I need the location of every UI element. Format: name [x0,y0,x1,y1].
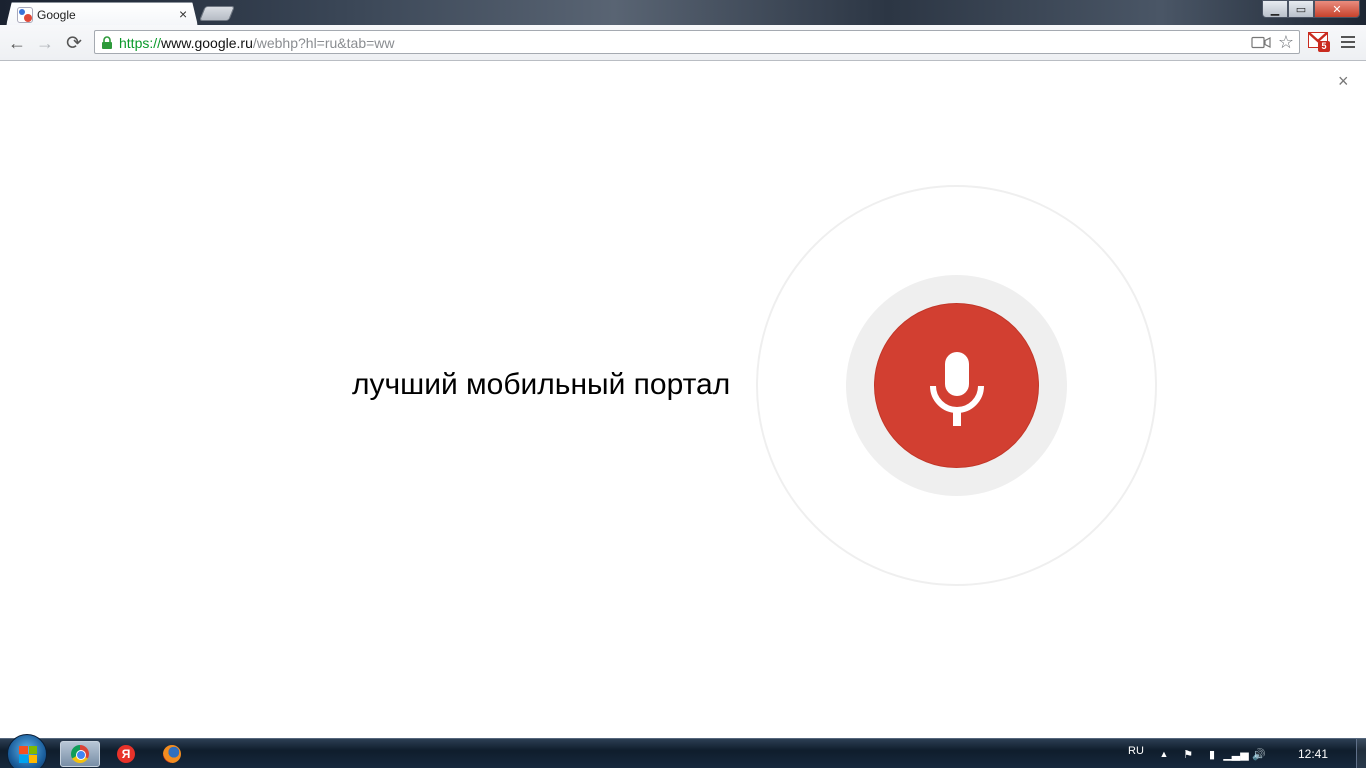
forward-button[interactable]: → [34,32,56,54]
show-desktop-button[interactable] [1356,739,1366,768]
gmail-unread-badge: 5 [1318,41,1330,52]
voice-transcript: лучший мобильный портал [352,368,731,401]
new-tab-button[interactable] [198,6,236,21]
url-path: /webhp?hl=ru&tab=ww [252,35,395,51]
close-overlay-icon[interactable]: × [1338,71,1349,92]
lock-icon [102,36,112,49]
window-controls: ▁ ▭ ✕ [1262,0,1360,18]
google-favicon-icon [17,7,33,23]
microphone-button[interactable] [874,303,1039,468]
back-button[interactable]: ← [6,32,28,54]
tab-close-icon[interactable]: × [179,6,187,22]
address-bar[interactable]: https://www.google.ru/webhp?hl=ru&tab=ww… [94,30,1300,54]
volume-icon[interactable]: 🔊 [1252,747,1266,761]
network-signal-icon[interactable]: ▁▃▅ [1223,747,1248,761]
power-icon[interactable]: ▮ [1205,747,1219,761]
browser-toolbar: ← → ⟳ https://www.google.ru/webhp?hl=ru&… [0,25,1366,61]
system-clock[interactable]: 12:41 [1298,747,1328,761]
bookmark-star-icon[interactable]: ☆ [1278,32,1294,53]
microphone-icon [930,352,984,426]
input-language-indicator[interactable]: RU [1128,745,1144,757]
action-center-flag-icon[interactable]: ⚑ [1181,747,1195,761]
chrome-menu-icon[interactable] [1341,36,1355,48]
show-hidden-icons-icon[interactable]: ▲ [1157,747,1171,761]
tab-title: Google [37,8,76,22]
voice-search-overlay: × лучший мобильный портал [0,61,1366,738]
window-titlebar: Google × ▁ ▭ ✕ [0,0,1366,26]
tab-google[interactable]: Google × [6,2,198,26]
taskbar-firefox[interactable] [152,741,192,767]
minimize-button[interactable]: ▁ [1262,0,1288,18]
firefox-icon [163,745,181,763]
yandex-browser-icon: Я [117,745,135,763]
camera-icon[interactable] [1251,36,1271,49]
url-scheme: https:// [119,35,162,51]
window-close-button[interactable]: ✕ [1314,0,1360,18]
reload-button[interactable]: ⟳ [63,32,85,54]
start-button[interactable] [7,734,47,768]
windows-logo-icon [19,746,37,763]
maximize-button[interactable]: ▭ [1288,0,1314,18]
url-text[interactable]: https://www.google.ru/webhp?hl=ru&tab=ww [119,35,395,51]
url-host: www.google.ru [161,35,253,51]
chrome-icon [71,745,89,763]
taskbar-chrome[interactable] [60,741,100,767]
taskbar-yandex[interactable]: Я [106,741,146,767]
gmail-extension-button[interactable]: 5 [1308,32,1330,52]
windows-taskbar: Я RU ▲ ⚑ ▮ ▁▃▅ 🔊 12:41 [0,734,1366,768]
